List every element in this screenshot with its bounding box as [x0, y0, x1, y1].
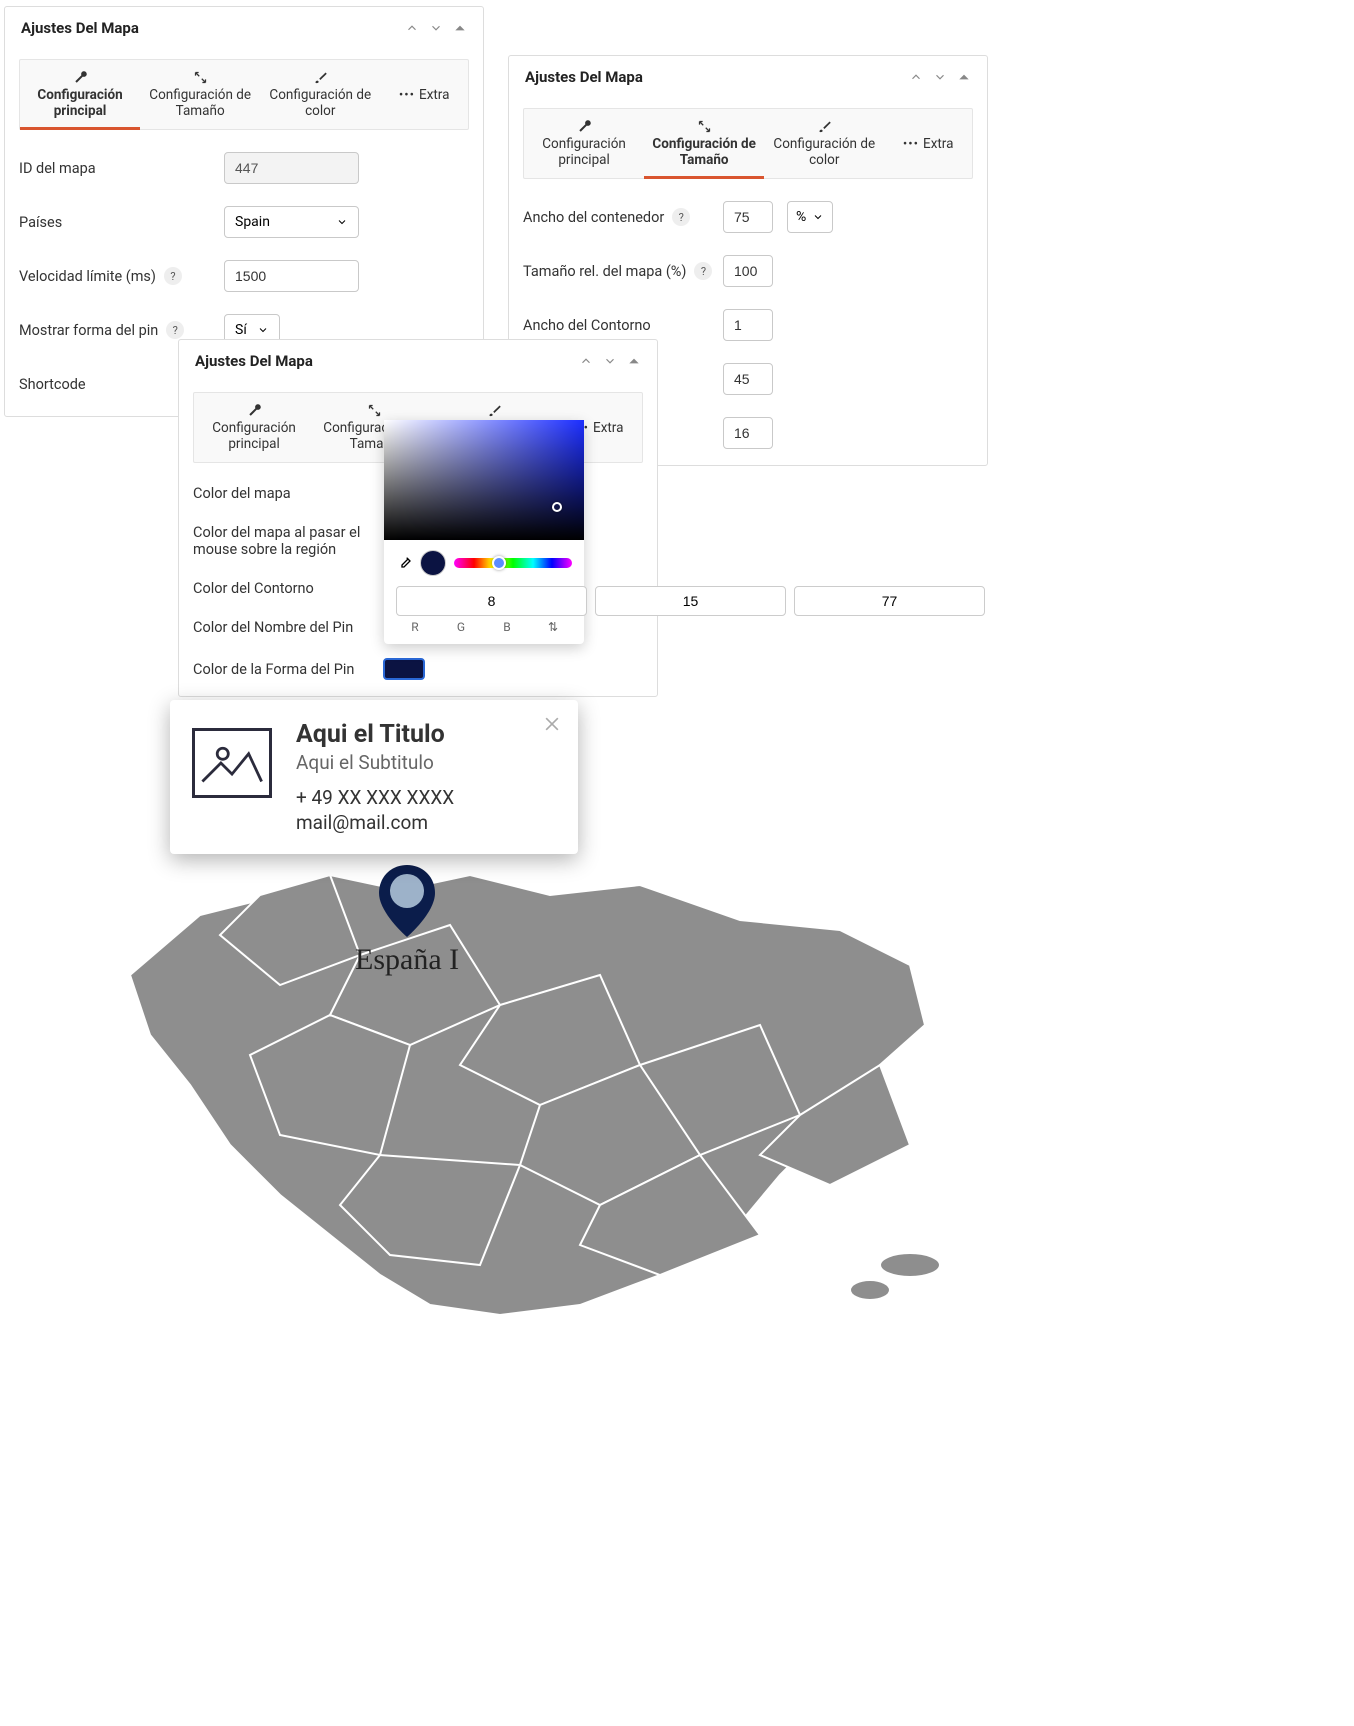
tab-extra[interactable]: Extra	[884, 109, 972, 178]
help-icon[interactable]: ?	[164, 267, 182, 285]
unit-select[interactable]: %	[787, 201, 833, 233]
r-label: R	[396, 620, 434, 634]
dots-icon	[399, 87, 415, 103]
eyedropper-icon[interactable]	[396, 555, 412, 571]
resize-icon	[367, 403, 382, 418]
rel-input[interactable]	[723, 255, 773, 287]
tooltip-phone: + 49 XX XXX XXXX	[296, 786, 454, 809]
tabs: Configuración principal Configuración de…	[523, 108, 973, 179]
tab-color[interactable]: Configuración de color	[260, 60, 380, 129]
wrench-icon	[247, 403, 262, 418]
chevron-up-icon[interactable]	[909, 70, 923, 84]
b-input[interactable]	[794, 586, 985, 616]
wrench-icon	[73, 70, 88, 85]
id-mapa-input	[224, 152, 359, 184]
tabs: Configuración principal Configuración de…	[19, 59, 469, 130]
chevron-down-icon[interactable]	[603, 354, 617, 368]
brush-icon	[487, 403, 502, 418]
close-icon[interactable]	[542, 714, 562, 734]
wrench-icon	[577, 119, 592, 134]
chevron-down-icon[interactable]	[429, 21, 443, 35]
map-tooltip: Aqui el Titulo Aqui el Subtitulo + 49 XX…	[170, 700, 578, 854]
panel-header: Ajustes Del Mapa	[179, 340, 657, 382]
chevron-up-icon[interactable]	[405, 21, 419, 35]
color-pin-nombre-label: Color del Nombre del Pin	[193, 619, 383, 636]
collapse-icon[interactable]	[453, 21, 467, 35]
map-preview: España I	[80, 835, 960, 1335]
brush-icon	[313, 70, 328, 85]
color-picker: R G B ⇅	[384, 420, 584, 644]
tab-tamano[interactable]: Configuración de Tamaño	[140, 60, 260, 129]
contorno-label: Ancho del Contorno	[523, 317, 723, 334]
color-hover-label: Color del mapa al pasar el mouse sobre l…	[193, 524, 383, 558]
color-mapa-label: Color del mapa	[193, 485, 383, 502]
ancho-cont-label: Ancho del contenedor ?	[523, 208, 723, 226]
tooltip-title: Aqui el Titulo	[296, 720, 454, 749]
tab-principal[interactable]: Configuración principal	[194, 393, 314, 462]
panel-header: Ajustes Del Mapa	[509, 56, 987, 98]
color-contorno-label: Color del Contorno	[193, 580, 383, 597]
panel-header: Ajustes Del Mapa	[5, 7, 483, 49]
hue-thumb[interactable]	[492, 556, 506, 570]
color-chip[interactable]	[383, 658, 425, 680]
gradient-cursor[interactable]	[552, 502, 562, 512]
hue-slider[interactable]	[454, 558, 572, 568]
chevron-down-icon	[336, 216, 348, 228]
help-icon[interactable]: ?	[672, 208, 690, 226]
ancho-cont-input[interactable]	[723, 201, 773, 233]
g-input[interactable]	[595, 586, 786, 616]
tab-tamano[interactable]: Configuración de Tamaño	[644, 109, 764, 178]
resize-icon	[193, 70, 208, 85]
tab-principal[interactable]: Configuración principal	[20, 60, 140, 129]
velocidad-input[interactable]	[224, 260, 359, 292]
id-mapa-label: ID del mapa	[19, 160, 224, 177]
contorno-input[interactable]	[723, 309, 773, 341]
panel-title: Ajustes Del Mapa	[525, 68, 643, 86]
tab-color[interactable]: Configuración de color	[764, 109, 884, 178]
paises-label: Países	[19, 214, 224, 231]
tooltip-subtitle: Aqui el Subtitulo	[296, 751, 454, 774]
resize-icon	[697, 119, 712, 134]
pin-label: España I	[355, 943, 459, 977]
tab-principal[interactable]: Configuración principal	[524, 109, 644, 178]
panel-color: Ajustes Del Mapa Configuración principal…	[178, 339, 658, 697]
current-color-swatch	[420, 550, 446, 576]
help-icon[interactable]: ?	[694, 262, 712, 280]
g-label: G	[442, 620, 480, 634]
chevron-down-icon[interactable]	[933, 70, 947, 84]
collapse-icon[interactable]	[957, 70, 971, 84]
chevron-up-icon[interactable]	[579, 354, 593, 368]
spain-map[interactable]	[80, 835, 960, 1335]
chevron-down-icon	[812, 211, 824, 223]
velocidad-label: Velocidad límite (ms) ?	[19, 267, 224, 285]
collapse-icon[interactable]	[627, 354, 641, 368]
panel-title: Ajustes Del Mapa	[21, 19, 139, 37]
rel-label: Tamaño rel. del mapa (%) ?	[523, 262, 723, 280]
tam-pin-input[interactable]	[723, 363, 773, 395]
extra-num-input[interactable]	[723, 417, 773, 449]
color-pin-forma-label: Color de la Forma del Pin	[193, 661, 383, 678]
map-pin[interactable]: España I	[355, 865, 459, 977]
chevron-down-icon	[257, 324, 269, 336]
tooltip-mail: mail@mail.com	[296, 811, 454, 834]
paises-select[interactable]: Spain	[224, 206, 359, 238]
image-placeholder-icon	[192, 728, 272, 798]
pin-icon	[379, 865, 435, 937]
b-label: B	[488, 620, 526, 634]
mode-toggle-icon[interactable]: ⇅	[534, 620, 572, 634]
tab-extra[interactable]: Extra	[380, 60, 468, 129]
help-icon[interactable]: ?	[166, 321, 184, 339]
brush-icon	[817, 119, 832, 134]
mostrar-pin-label: Mostrar forma del pin ?	[19, 321, 224, 339]
r-input[interactable]	[396, 586, 587, 616]
saturation-gradient[interactable]	[384, 420, 584, 540]
panel-title: Ajustes Del Mapa	[195, 352, 313, 370]
dots-icon	[903, 136, 919, 152]
